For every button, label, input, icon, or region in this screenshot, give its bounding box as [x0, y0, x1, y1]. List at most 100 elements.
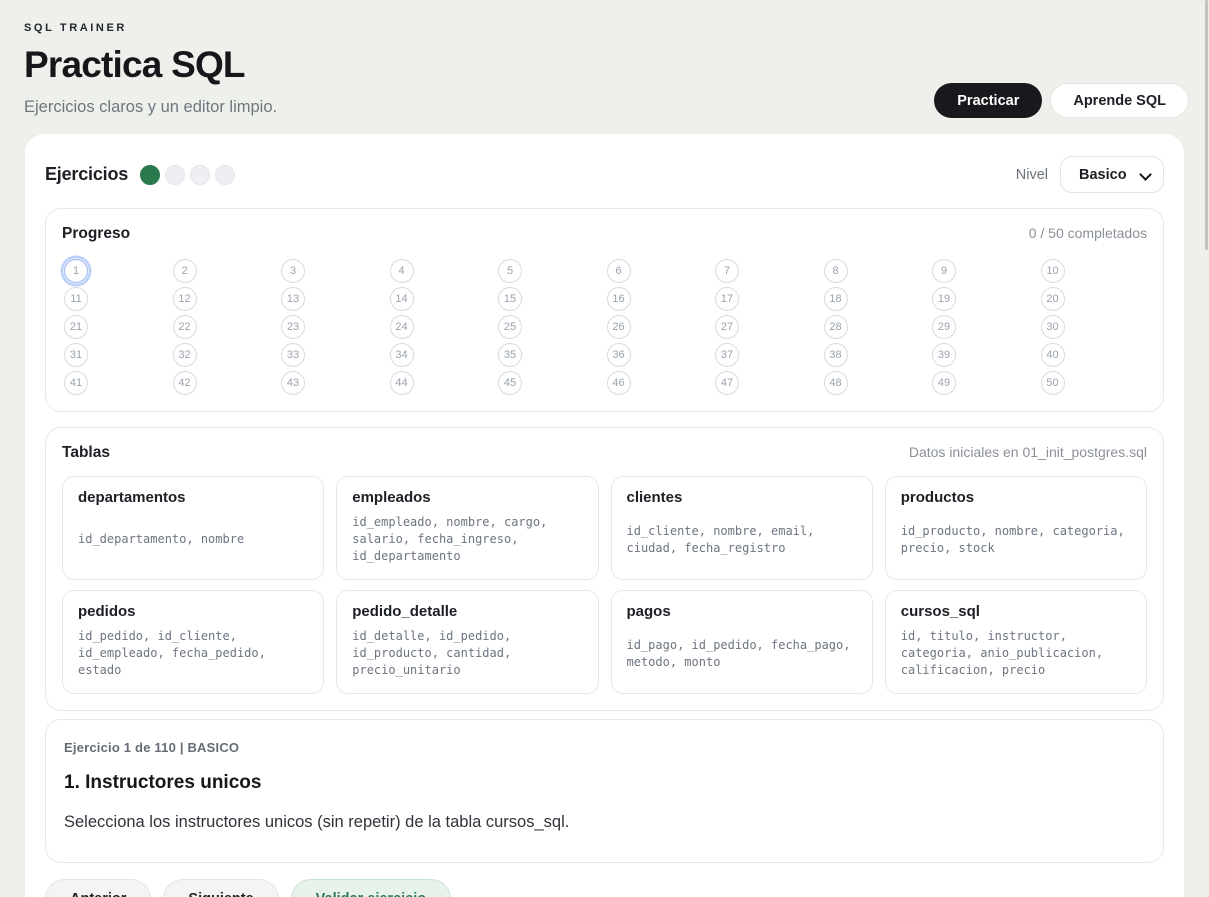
- header-actions: Practicar Aprende SQL: [934, 83, 1189, 118]
- page-header: SQL TRAINER Practica SQL Ejercicios clar…: [0, 0, 1209, 117]
- tables-grid: departamentosid_departamento, nombreempl…: [62, 476, 1147, 694]
- exercise-circle-37[interactable]: 37: [715, 343, 739, 367]
- exercise-circle-15[interactable]: 15: [498, 287, 522, 311]
- table-name: productos: [901, 489, 1131, 506]
- progress-panel: Progreso 0 / 50 completados 123456789101…: [45, 208, 1164, 412]
- table-card-cursos_sql: cursos_sqlid, titulo, instructor, catego…: [885, 590, 1147, 694]
- table-columns-wrap: id_producto, nombre, categoria, precio, …: [901, 506, 1131, 567]
- exercise-circle-14[interactable]: 14: [390, 287, 414, 311]
- exercise-circle-24[interactable]: 24: [390, 315, 414, 339]
- table-card-pedido_detalle: pedido_detalle id_detalle, id_pedido, id_…: [336, 590, 598, 694]
- exercise-circle-16[interactable]: 16: [607, 287, 631, 311]
- table-name: pagos: [627, 603, 857, 620]
- practicar-button[interactable]: Practicar: [934, 83, 1042, 118]
- exercise-circle-1[interactable]: 1: [64, 259, 88, 283]
- exercise-circle-12[interactable]: 12: [173, 287, 197, 311]
- progress-panel-head: Progreso 0 / 50 completados: [62, 225, 1147, 243]
- exercise-circle-47[interactable]: 47: [715, 371, 739, 395]
- level-dot: [190, 165, 210, 185]
- exercise-circle-25[interactable]: 25: [498, 315, 522, 339]
- exercise-circle-45[interactable]: 45: [498, 371, 522, 395]
- aprende-sql-button[interactable]: Aprende SQL: [1050, 83, 1189, 118]
- exercise-circle-9[interactable]: 9: [932, 259, 956, 283]
- exercise-circle-42[interactable]: 42: [173, 371, 197, 395]
- exercise-circle-32[interactable]: 32: [173, 343, 197, 367]
- exercise-circle-28[interactable]: 28: [824, 315, 848, 339]
- table-name: cursos_sql: [901, 603, 1131, 620]
- exercise-circle-50[interactable]: 50: [1041, 371, 1065, 395]
- exercise-circle-22[interactable]: 22: [173, 315, 197, 339]
- table-columns-wrap: id_pedido, id_cliente, id_empleado, fech…: [78, 620, 308, 681]
- level-select-value: Basico: [1079, 167, 1127, 183]
- exercise-circle-10[interactable]: 10: [1041, 259, 1065, 283]
- table-columns: id_pedido, id_cliente, id_empleado, fech…: [78, 628, 308, 679]
- exercise-circle-11[interactable]: 11: [64, 287, 88, 311]
- exercise-circle-18[interactable]: 18: [824, 287, 848, 311]
- exercise-circle-43[interactable]: 43: [281, 371, 305, 395]
- table-name: pedido_detalle: [352, 603, 582, 620]
- scrollbar-thumb[interactable]: [1205, 0, 1208, 250]
- exercise-circle-13[interactable]: 13: [281, 287, 305, 311]
- exercise-circle-30[interactable]: 30: [1041, 315, 1065, 339]
- table-card-pagos: pagos id_pago, id_pedido, fecha_pago, met…: [611, 590, 873, 694]
- exercise-circle-36[interactable]: 36: [607, 343, 631, 367]
- progress-title: Progreso: [62, 225, 130, 243]
- exercise-actions-row: Anterior Siguiente Validar ejercicio: [45, 879, 1164, 897]
- exercise-circle-27[interactable]: 27: [715, 315, 739, 339]
- exercise-circle-48[interactable]: 48: [824, 371, 848, 395]
- exercise-circle-5[interactable]: 5: [498, 259, 522, 283]
- exercise-circle-8[interactable]: 8: [824, 259, 848, 283]
- exercise-circle-46[interactable]: 46: [607, 371, 631, 395]
- level-dot: [165, 165, 185, 185]
- exercise-circle-33[interactable]: 33: [281, 343, 305, 367]
- exercise-circle-19[interactable]: 19: [932, 287, 956, 311]
- tables-note: Datos iniciales en 01_init_postgres.sql: [909, 444, 1147, 460]
- exercises-title: Ejercicios: [45, 164, 128, 185]
- table-columns-wrap: id_departamento, nombre: [78, 506, 308, 567]
- table-columns-wrap: id_cliente, nombre, email, ciudad, fecha…: [627, 506, 857, 567]
- exercise-description: Selecciona los instructores unicos (sin …: [64, 813, 1145, 832]
- exercise-circle-20[interactable]: 20: [1041, 287, 1065, 311]
- exercise-panel: Ejercicio 1 de 110 | BASICO 1. Instructo…: [45, 719, 1164, 863]
- exercise-circle-6[interactable]: 6: [607, 259, 631, 283]
- exercise-circle-3[interactable]: 3: [281, 259, 305, 283]
- exercise-circle-38[interactable]: 38: [824, 343, 848, 367]
- exercises-card: Ejercicios Nivel Basico Progreso 0 / 50 …: [24, 133, 1185, 897]
- next-button[interactable]: Siguiente: [163, 879, 278, 897]
- table-name: clientes: [627, 489, 857, 506]
- exercise-circle-39[interactable]: 39: [932, 343, 956, 367]
- progress-status: 0 / 50 completados: [1029, 225, 1147, 241]
- chevron-down-icon: [1140, 169, 1151, 180]
- exercise-circle-4[interactable]: 4: [390, 259, 414, 283]
- exercise-circle-2[interactable]: 2: [173, 259, 197, 283]
- exercise-circle-49[interactable]: 49: [932, 371, 956, 395]
- table-columns: id_detalle, id_pedido, id_producto, cant…: [352, 628, 582, 679]
- exercise-circle-7[interactable]: 7: [715, 259, 739, 283]
- table-columns: id_pago, id_pedido, fecha_pago, metodo, …: [627, 637, 857, 671]
- table-card-clientes: clientes id_cliente, nombre, email, ciuda…: [611, 476, 873, 580]
- exercise-circle-23[interactable]: 23: [281, 315, 305, 339]
- table-columns: id_producto, nombre, categoria, precio, …: [901, 523, 1131, 557]
- table-card-pedidos: pedidos id_pedido, id_cliente, id_emplead…: [62, 590, 324, 694]
- exercise-circle-17[interactable]: 17: [715, 287, 739, 311]
- exercises-card-head: Ejercicios Nivel Basico: [45, 156, 1164, 193]
- exercise-circle-40[interactable]: 40: [1041, 343, 1065, 367]
- table-columns-wrap: id_empleado, nombre, cargo, salario, fec…: [352, 506, 582, 567]
- exercise-circle-35[interactable]: 35: [498, 343, 522, 367]
- app-kicker: SQL TRAINER: [24, 22, 1189, 34]
- previous-button[interactable]: Anterior: [45, 879, 151, 897]
- exercise-circle-44[interactable]: 44: [390, 371, 414, 395]
- table-columns: id_cliente, nombre, email, ciudad, fecha…: [627, 523, 857, 557]
- exercise-circle-31[interactable]: 31: [64, 343, 88, 367]
- exercise-circle-26[interactable]: 26: [607, 315, 631, 339]
- page-title: Practica SQL: [24, 44, 1189, 86]
- exercise-circle-29[interactable]: 29: [932, 315, 956, 339]
- exercise-circle-41[interactable]: 41: [64, 371, 88, 395]
- table-name: pedidos: [78, 603, 308, 620]
- table-name: departamentos: [78, 489, 308, 506]
- exercise-circle-34[interactable]: 34: [390, 343, 414, 367]
- progress-dots: [140, 165, 235, 185]
- validate-exercise-button[interactable]: Validar ejercicio: [291, 879, 451, 897]
- level-select[interactable]: Basico: [1060, 156, 1164, 193]
- exercise-circle-21[interactable]: 21: [64, 315, 88, 339]
